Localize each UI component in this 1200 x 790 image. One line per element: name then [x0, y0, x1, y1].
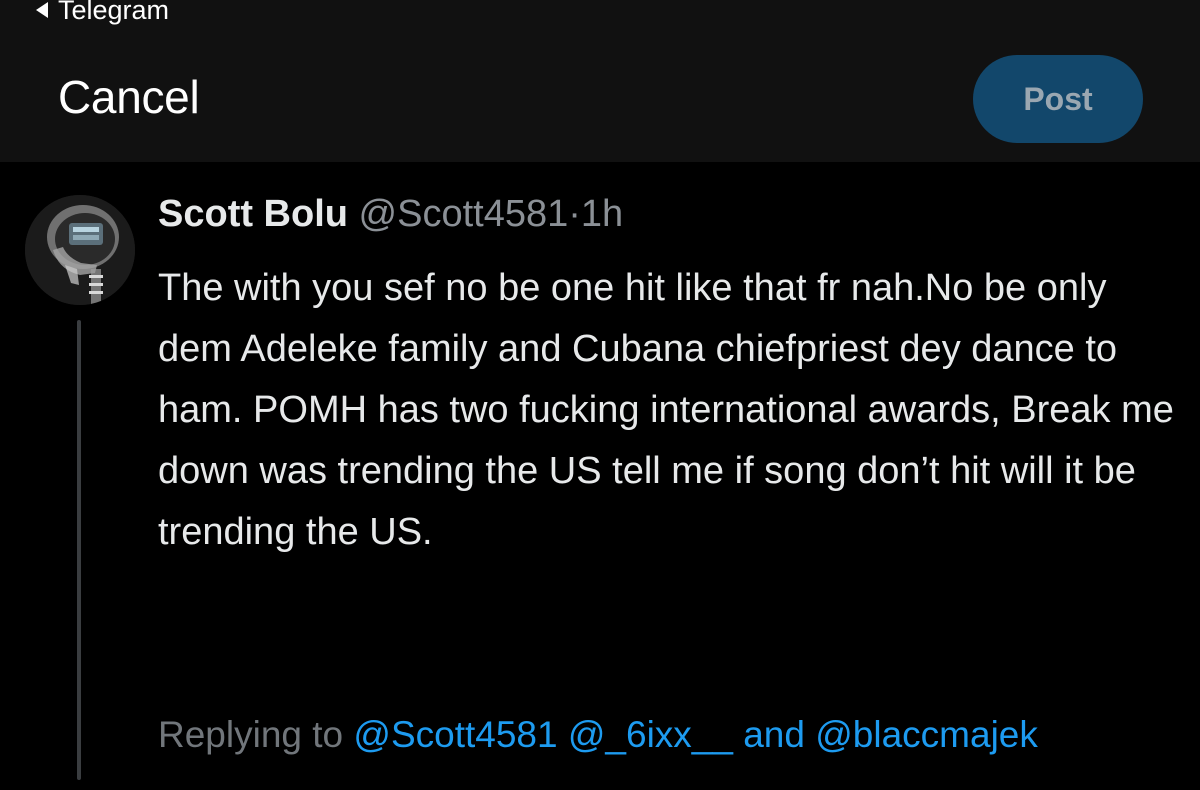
back-link-label: Telegram	[58, 0, 170, 25]
mention-6ixx[interactable]: @_6ixx__	[568, 714, 733, 755]
mention-blaccmajek[interactable]: @blaccmajek	[815, 714, 1038, 755]
back-to-telegram-link[interactable]: Telegram	[36, 0, 169, 30]
user-handle[interactable]: @Scott4581	[359, 193, 569, 235]
compose-header: Telegram Cancel Post	[0, 0, 1200, 162]
mention-scott4581[interactable]: @Scott4581	[353, 714, 557, 755]
tweet-time: 1h	[580, 193, 624, 235]
cancel-button[interactable]: Cancel	[58, 70, 200, 124]
display-name[interactable]: Scott Bolu	[158, 193, 348, 235]
post-button[interactable]: Post	[973, 55, 1143, 143]
replying-to-line: Replying to @Scott4581 @_6ixx__ and @bla…	[158, 714, 1038, 756]
tweet-text: The with you sef no be one hit like that…	[158, 267, 1174, 553]
thread-line	[77, 320, 81, 780]
replying-and: and	[743, 714, 805, 755]
tweet-header: Scott Bolu @Scott4581·1h	[158, 193, 623, 236]
avatar[interactable]	[25, 195, 135, 305]
dot-separator: ·	[568, 193, 581, 235]
replying-label: Replying to	[158, 714, 344, 755]
back-arrow-icon	[36, 2, 48, 18]
avatar-xray-image	[25, 195, 135, 305]
